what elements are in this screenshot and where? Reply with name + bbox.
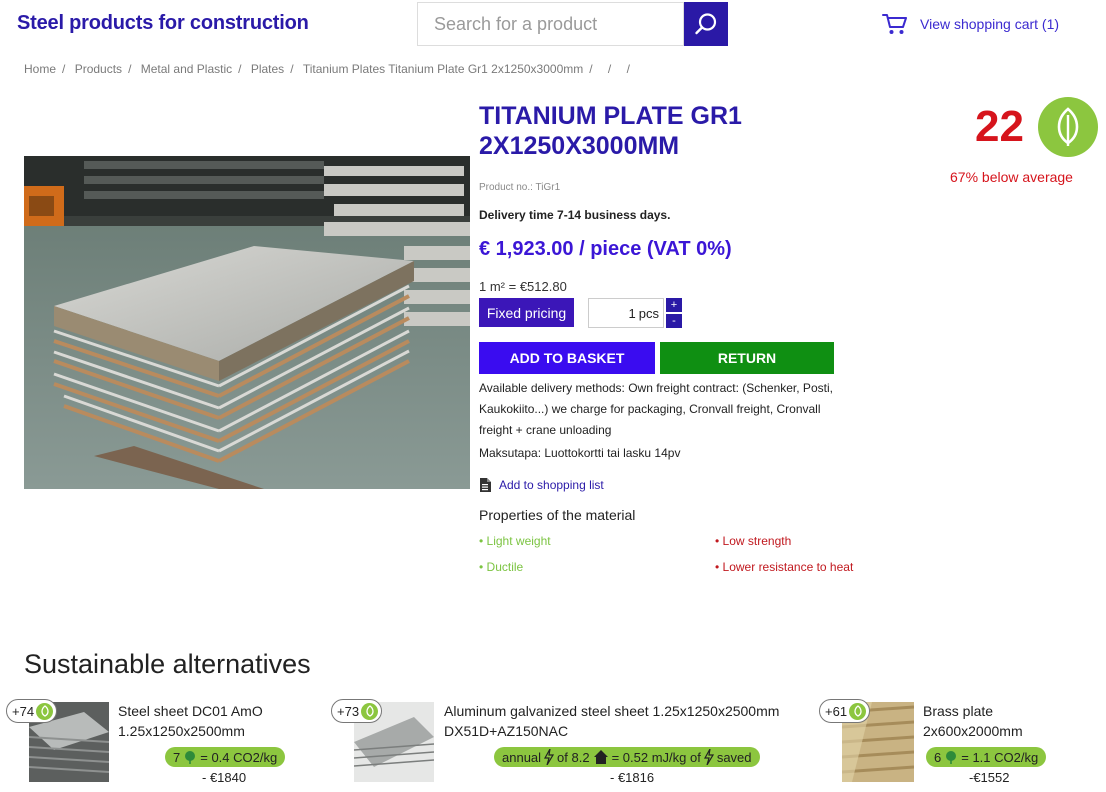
delivery-time: Delivery time 7-14 business days.: [479, 208, 671, 222]
delivery-methods: Available delivery methods: Own freight …: [479, 381, 833, 437]
product-price: € 1,923.00 / piece (VAT 0%): [479, 238, 732, 260]
breadcrumb-home[interactable]: Home: [24, 62, 56, 76]
alternative-name[interactable]: Steel sheet DC01 AmO 1.25x1250x2500mm: [118, 701, 263, 741]
quantity-input[interactable]: 1 pcs: [588, 298, 664, 328]
quantity-value: 1: [628, 305, 636, 321]
leaf-icon: [36, 702, 54, 720]
alternative-score-badge: +73: [331, 699, 383, 723]
breadcrumb-plates[interactable]: Plates: [251, 62, 284, 76]
lightning-icon: [544, 749, 555, 765]
leaf-icon: [849, 702, 867, 720]
sustainability-score: 22: [975, 102, 1024, 151]
payment-info: Maksutapa: Luottokortti tai lasku 14pv: [479, 446, 681, 460]
return-button[interactable]: RETURN: [660, 342, 834, 374]
co2-pill: 6 = 1.1 CO2/kg: [926, 747, 1047, 767]
shopping-cart-icon: [882, 14, 907, 34]
product-title: TITANIUM PLATE GR1 2X1250X3000MM: [479, 102, 742, 160]
properties-title: Properties of the material: [479, 507, 636, 523]
property-good: • Ductile: [479, 560, 524, 574]
tree-icon: [946, 751, 957, 764]
quantity-unit: pcs: [638, 305, 659, 321]
unit-price: 1 m² = €512.80: [479, 279, 567, 294]
alternatives-heading: Sustainable alternatives: [24, 649, 311, 679]
property-bad: • Low strength: [715, 534, 792, 548]
site-title[interactable]: Steel products for construction: [17, 12, 309, 35]
add-to-shopping-list[interactable]: Add to shopping list: [479, 478, 604, 492]
add-to-basket-button[interactable]: ADD TO BASKET: [479, 342, 655, 374]
breadcrumb-current[interactable]: Titanium Plates Titanium Plate Gr1 2x125…: [303, 62, 583, 76]
property-good: • Light weight: [479, 534, 551, 548]
fixed-pricing-button[interactable]: Fixed pricing: [479, 298, 574, 327]
alternative-score-badge: +61: [819, 699, 871, 723]
home-icon: [593, 750, 608, 764]
co2-pill: 7 = 0.4 CO2/kg: [165, 747, 286, 767]
document-icon: [480, 478, 491, 492]
alternative-score-badge: +74: [6, 699, 58, 723]
search-box: [417, 2, 684, 46]
lightning-icon: [703, 749, 714, 765]
search-input[interactable]: [418, 3, 683, 45]
cart-label: View shopping cart (1): [920, 16, 1060, 32]
property-bad: • Lower resistance to heat: [715, 560, 854, 574]
search-icon: [695, 13, 717, 35]
alternative-price: - €1816: [610, 770, 655, 785]
product-image[interactable]: [24, 156, 470, 489]
below-average-text: 67% below average: [950, 169, 1073, 185]
breadcrumb-metal-plastic[interactable]: Metal and Plastic: [141, 62, 232, 76]
leaf-icon: [361, 702, 379, 720]
search-button[interactable]: [684, 2, 728, 46]
quantity-increase-button[interactable]: +: [666, 298, 682, 312]
alternative-price: - €1840: [202, 770, 247, 785]
tree-icon: [185, 751, 196, 764]
product-number: Product no.: TiGr1: [479, 182, 561, 193]
alternative-name[interactable]: Aluminum galvanized steel sheet 1.25x125…: [444, 701, 779, 741]
alternative-name[interactable]: Brass plate 2x600x2000mm: [923, 701, 1023, 741]
breadcrumb: Home / Products / Metal and Plastic / Plate…: [24, 62, 630, 76]
shopping-list-label: Add to shopping list: [499, 478, 604, 492]
energy-pill: annual of 8.2 = 0.52 mJ/kg of saved: [494, 747, 760, 767]
alternative-price: -€1552: [969, 770, 1010, 785]
eco-leaf-icon: [1038, 97, 1098, 157]
quantity-decrease-button[interactable]: -: [666, 314, 682, 328]
breadcrumb-products[interactable]: Products: [75, 62, 122, 76]
view-cart-link[interactable]: View shopping cart (1): [882, 12, 1059, 36]
